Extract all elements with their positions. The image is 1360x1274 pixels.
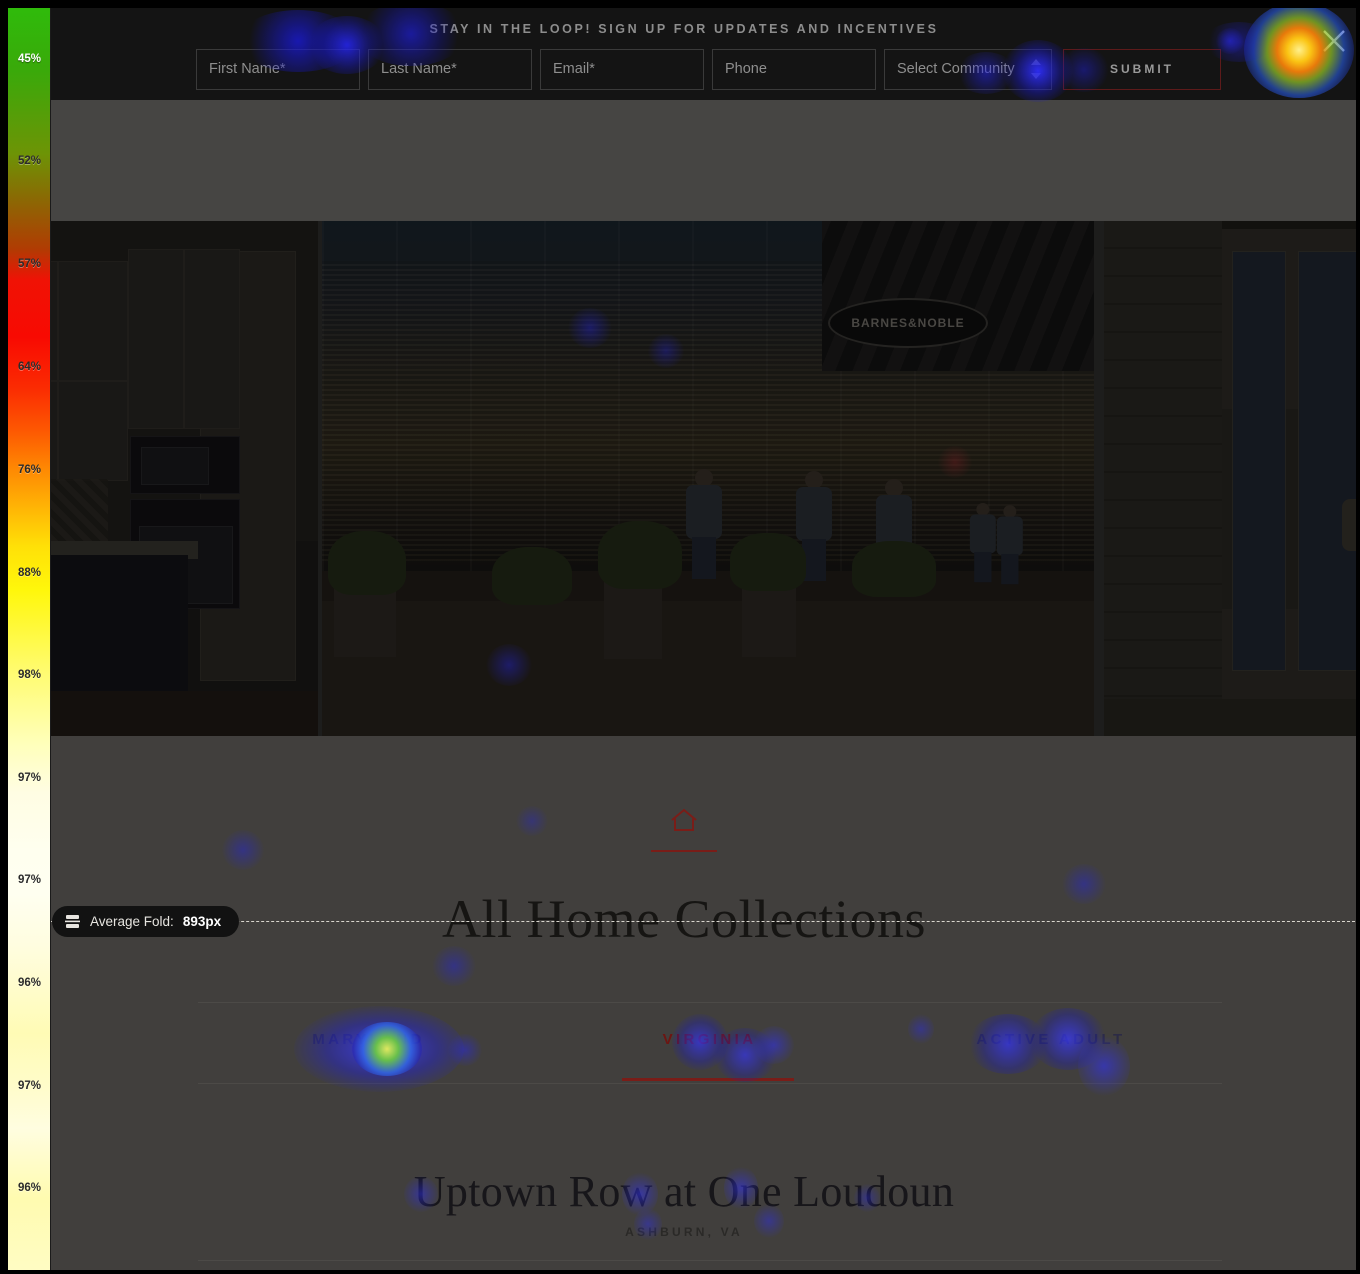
gauge-label: 57%: [17, 258, 42, 270]
community-listing[interactable]: Uptown Row at One Loudoun ASHBURN, VA: [8, 1166, 1356, 1239]
collection-region-tabs: MARYLAND VIRGINIA ACTIVE ADULT: [198, 1002, 1222, 1084]
gauge-label: 64%: [17, 361, 42, 373]
gauge-label: 97%: [17, 772, 42, 784]
close-icon[interactable]: [1319, 26, 1349, 56]
signup-bar: STAY IN THE LOOP! SIGN UP FOR UPDATES AN…: [8, 8, 1356, 100]
site-header-strip: [8, 100, 1356, 221]
patio-door-exterior-photo: [1104, 221, 1356, 736]
gallery-slide-kitchen[interactable]: [8, 221, 318, 736]
gauge-label: 97%: [17, 1080, 42, 1092]
town-center-street-photo: BARNES&NOBLE: [322, 221, 1094, 736]
gauge-label: 76%: [17, 464, 42, 476]
fold-icon: [65, 915, 80, 928]
gauge-label: 97%: [17, 874, 42, 886]
barnes-and-noble-sign: BARNES&NOBLE: [828, 298, 988, 348]
gauge-label: 98%: [17, 669, 42, 681]
home-collections-section: All Home Collections MARYLAND VIRGINIA A…: [8, 736, 1356, 1270]
community-name: Uptown Row at One Loudoun: [413, 1167, 955, 1216]
gauge-label: 45%: [17, 53, 42, 65]
gauge-label: 52%: [17, 155, 42, 167]
home-icon: [651, 806, 717, 852]
first-name-input[interactable]: First Name*: [196, 49, 360, 90]
gauge-label: 96%: [17, 1182, 42, 1194]
select-community-dropdown[interactable]: Select Community: [884, 49, 1052, 90]
gauge-label: 96%: [17, 977, 42, 989]
submit-button[interactable]: SUBMIT: [1063, 49, 1221, 90]
tab-maryland[interactable]: MARYLAND: [198, 1031, 539, 1085]
chevron-up-icon: [1031, 59, 1041, 65]
select-community-value: Select Community: [897, 61, 1015, 77]
signup-headline: STAY IN THE LOOP! SIGN UP FOR UPDATES AN…: [429, 22, 939, 36]
tab-virginia[interactable]: VIRGINIA: [539, 1031, 880, 1085]
average-fold-badge[interactable]: Average Fold: 893px: [52, 906, 240, 937]
scroll-depth-gauge: 45% 52% 57% 64% 76% 88% 98% 97% 97% 96% …: [8, 8, 51, 1270]
gallery-slide-town-center[interactable]: BARNES&NOBLE: [322, 221, 1094, 736]
average-fold-value: 893px: [182, 914, 222, 929]
phone-input[interactable]: Phone: [712, 49, 876, 90]
gauge-label: 88%: [17, 567, 42, 579]
screenshot-root: STAY IN THE LOOP! SIGN UP FOR UPDATES AN…: [0, 0, 1360, 1274]
email-input[interactable]: Email*: [540, 49, 704, 90]
chevron-down-icon: [1031, 73, 1041, 79]
average-fold-label: Average Fold:: [90, 914, 174, 929]
kitchen-interior-photo: [8, 221, 318, 736]
active-tab-underline: [622, 1078, 794, 1081]
tab-active-adult[interactable]: ACTIVE ADULT: [880, 1031, 1222, 1085]
community-divider: [198, 1260, 1222, 1261]
community-location: ASHBURN, VA: [625, 1225, 743, 1239]
home-gallery-carousel[interactable]: BARNES&NOBLE: [8, 221, 1356, 736]
average-fold-line: [51, 921, 1356, 922]
captured-page: STAY IN THE LOOP! SIGN UP FOR UPDATES AN…: [8, 8, 1356, 1270]
emblem-rule: [651, 850, 717, 852]
gallery-slide-patio-door[interactable]: [1104, 221, 1356, 736]
last-name-input[interactable]: Last Name*: [368, 49, 532, 90]
